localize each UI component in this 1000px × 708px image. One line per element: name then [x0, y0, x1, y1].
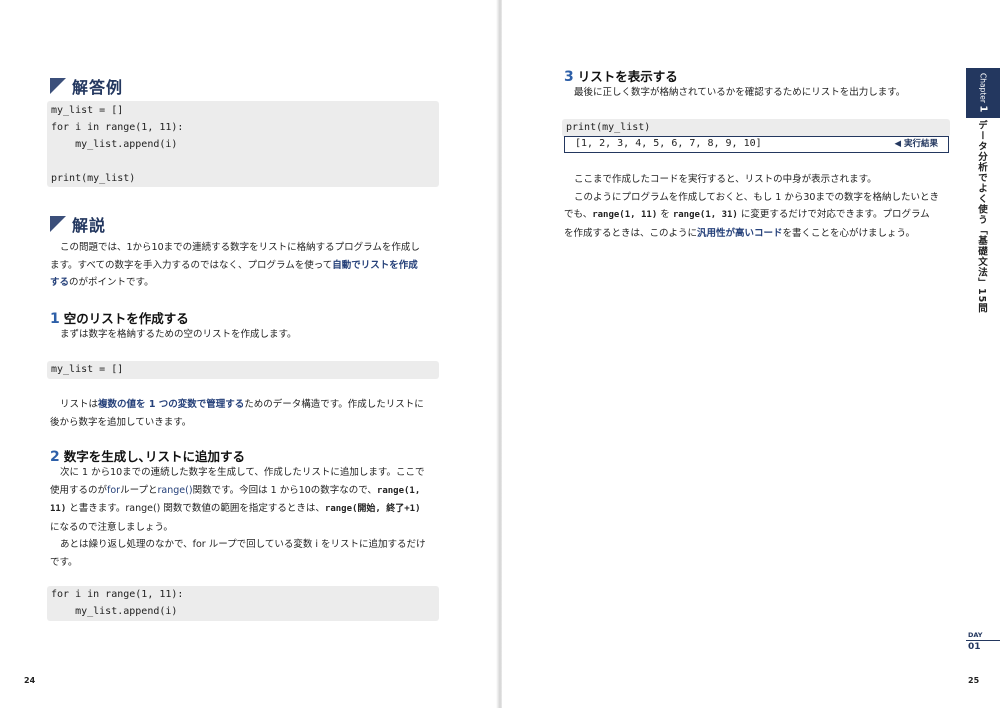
execution-result-box: [1, 2, 3, 4, 5, 6, 7, 8, 9, 10] ◀ 実行結果 [564, 136, 949, 153]
answer-code-block: my_list = [] for i in range(1, 11): my_l… [47, 101, 439, 187]
section-1-body: リストは複数の値を 1 つの変数で管理するためのデータ構造です。作成したリストに… [50, 399, 424, 428]
chapter-side-title: データ分析でよく使う「基礎文法」15問 [976, 120, 987, 314]
right-body: ここまで作成したコードを実行すると、リストの中身が表示されます。 このようにプロ… [564, 174, 939, 239]
section-1-code-block: my_list = [] [47, 361, 439, 379]
day-divider [966, 640, 1000, 641]
chapter-label: Chapter 1 [977, 73, 989, 113]
book-spread: 解答例 my_list = [] for i in range(1, 11): … [0, 0, 1000, 708]
section-2-heading: 2 数字を生成し､リストに追加する [50, 449, 246, 465]
day-number: 01 [968, 642, 981, 652]
section-2-code-block: for i in range(1, 11): my_list.append(i) [47, 586, 439, 621]
code-line: for i in range(1, 11): [51, 122, 184, 133]
day-label: DAY [968, 631, 983, 639]
section-3-code-block: print(my_list) [562, 119, 950, 137]
left-page: 解答例 my_list = [] for i in range(1, 11): … [0, 0, 498, 708]
code-line: my_list.append(i) [51, 606, 178, 617]
section-3-heading: 3 リストを表示する [564, 69, 678, 85]
page-number: 24 [24, 676, 36, 685]
section-1-lead: まずは数字を格納するための空のリストを作成します。 [60, 329, 297, 340]
page-number: 25 [968, 676, 980, 685]
section-2-body: 次に 1 から10までの連続した数字を生成して、作成したリストに追加します。ここ… [50, 467, 426, 568]
code-line: print(my_list) [566, 122, 651, 133]
section-3-lead: 最後に正しく数字が格納されているかを確認するためにリストを出力します。 [574, 87, 906, 98]
code-line: my_list = [] [51, 364, 124, 375]
triangle-marker-icon [50, 78, 66, 94]
code-line: print(my_list) [51, 173, 136, 184]
code-line: for i in range(1, 11): [51, 589, 184, 600]
chapter-tab: Chapter 1 [966, 68, 1000, 118]
triangle-marker-icon [50, 216, 66, 232]
result-label: ◀ 実行結果 [894, 139, 939, 149]
intro-paragraph: この問題では、1から10までの連続する数字をリストに格納するプログラムを作成し … [50, 242, 420, 288]
result-output: [1, 2, 3, 4, 5, 6, 7, 8, 9, 10] [575, 138, 762, 149]
code-line: my_list.append(i) [51, 139, 178, 150]
explain-heading: 解説 [50, 212, 106, 236]
section-1-heading: 1 空のリストを作成する [50, 311, 189, 327]
answer-heading: 解答例 [50, 74, 123, 98]
code-line: my_list = [] [51, 105, 124, 116]
right-page: 3 リストを表示する 最後に正しく数字が格納されているかを確認するためにリストを出… [502, 0, 1000, 708]
